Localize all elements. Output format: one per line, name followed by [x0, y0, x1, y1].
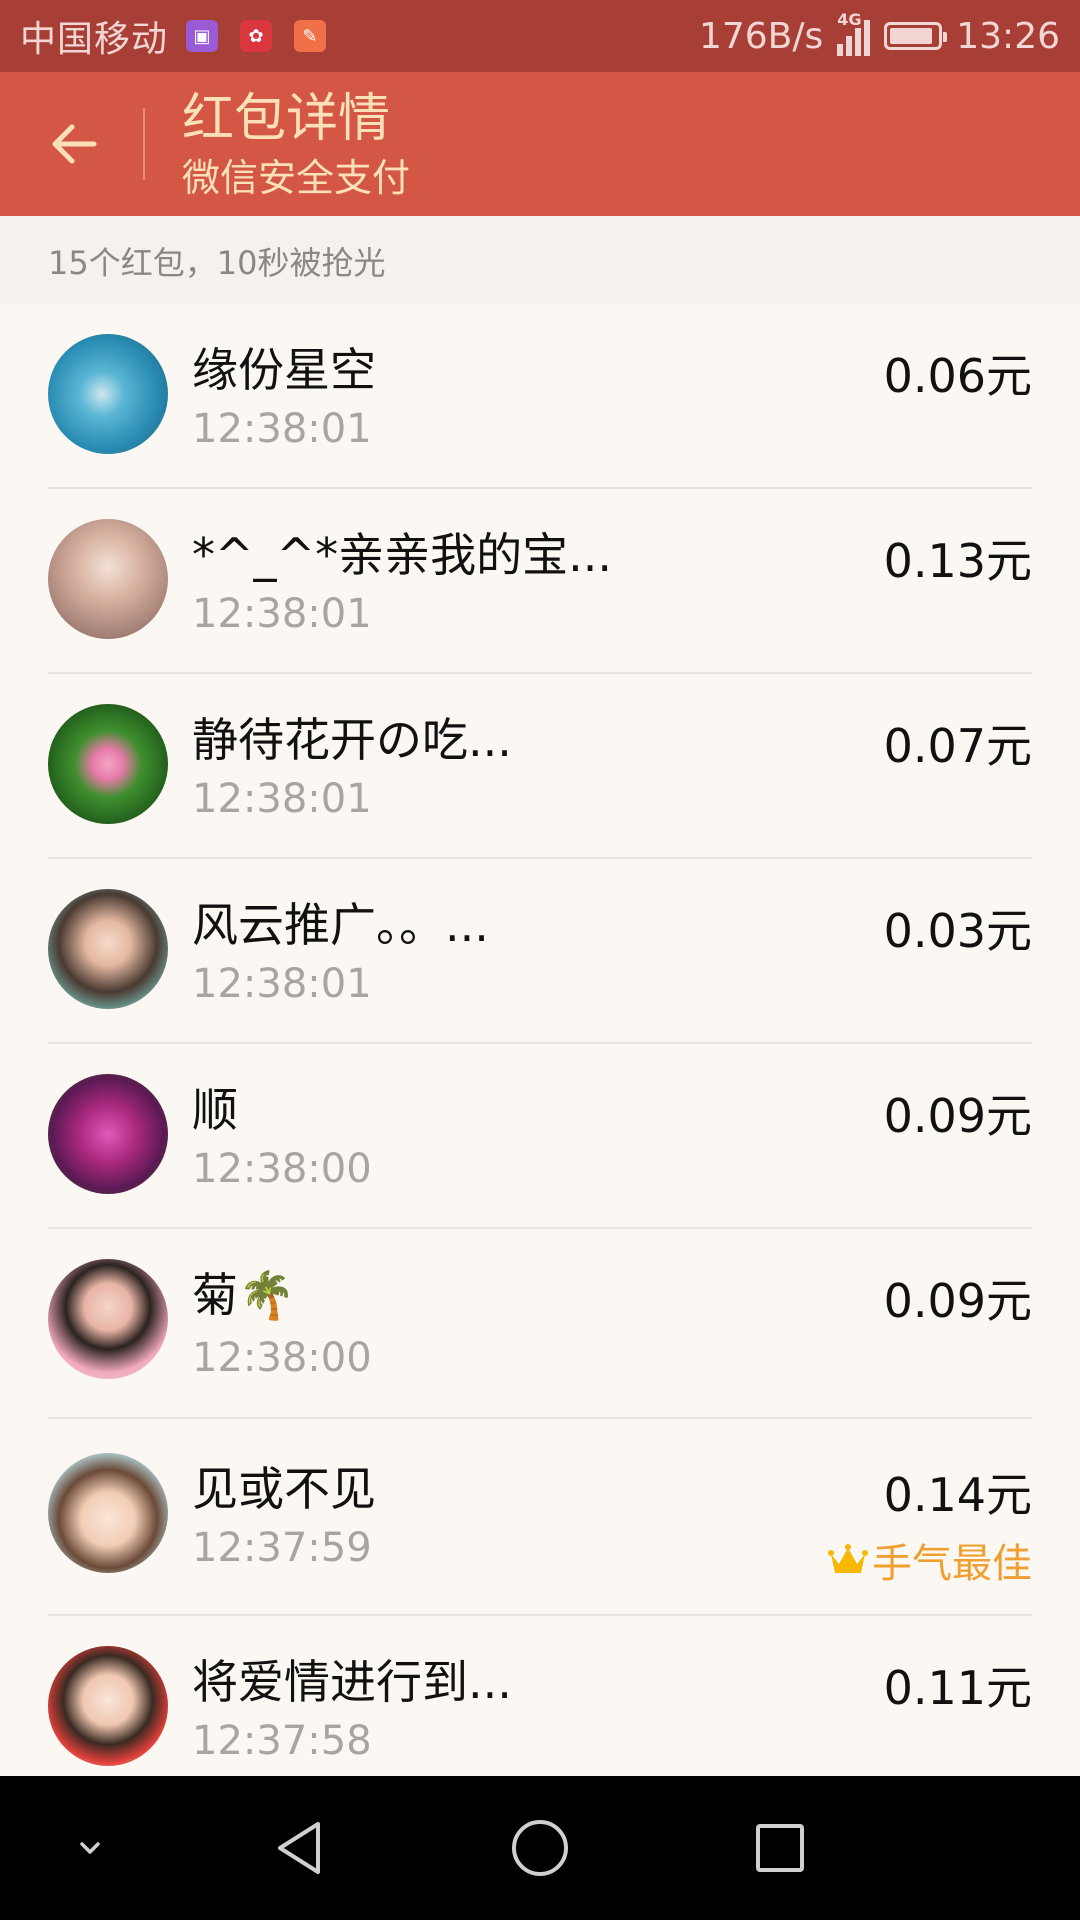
avatar — [48, 519, 168, 639]
recipient-name: 静待花开の吃... — [192, 713, 512, 767]
carrier-label: 中国移动 — [20, 19, 169, 60]
list-item[interactable]: *^_^*亲亲我的宝... 12:38:01 0.13元 — [0, 489, 1080, 674]
list-item[interactable]: 顺 12:38:00 0.09元 — [0, 1044, 1080, 1229]
circle-home-icon — [512, 1820, 568, 1876]
nav-back-button[interactable] — [258, 1806, 342, 1890]
amount: 0.03元 — [883, 904, 1032, 958]
screen: 中国移动 ▣ ✿ ✎ 176B/s 4G 13:26 红包详情 微信安全支付 1… — [0, 0, 1080, 1920]
grab-time: 12:38:01 — [192, 961, 372, 1007]
grab-time: 12:38:01 — [192, 406, 372, 452]
summary-bar: 15个红包，10秒被抢光 — [0, 216, 1080, 304]
app-notification-icon: ✎ — [294, 20, 327, 52]
list-item[interactable]: 将爱情进行到... 12:37:58 0.11元 — [0, 1616, 1080, 1776]
avatar — [48, 1646, 168, 1766]
avatar — [48, 1259, 168, 1379]
amount: 0.06元 — [883, 349, 1032, 403]
grab-time: 12:38:00 — [192, 1146, 372, 1192]
square-recents-icon — [756, 1824, 804, 1872]
gallery-notification-icon: ▣ — [186, 20, 219, 52]
amount: 0.14元 — [883, 1468, 1032, 1522]
recipient-name: 顺 — [192, 1083, 238, 1137]
best-luck-badge: 手气最佳 — [828, 1531, 1032, 1589]
back-button[interactable] — [36, 106, 112, 182]
list-item[interactable]: 见或不见 12:37:59 0.14元 手气最佳 — [0, 1419, 1080, 1616]
recipient-name: 缘份星空 — [192, 343, 376, 397]
avatar — [48, 1074, 168, 1194]
amount: 0.13元 — [883, 534, 1032, 588]
recipient-name: 风云推广。。... — [192, 898, 489, 952]
list-item[interactable]: 风云推广。。... 12:38:01 0.03元 — [0, 859, 1080, 1044]
grab-time: 12:38:00 — [192, 1335, 372, 1381]
header-divider — [143, 108, 145, 180]
system-nav-bar — [0, 1776, 1080, 1920]
triangle-back-icon — [278, 1822, 320, 1874]
avatar — [48, 334, 168, 454]
grab-time: 12:38:01 — [192, 776, 372, 822]
header: 红包详情 微信安全支付 — [0, 72, 1080, 216]
grab-time: 12:37:58 — [192, 1718, 372, 1764]
nav-recents-button[interactable] — [738, 1806, 822, 1890]
avatar — [48, 704, 168, 824]
status-bar: 中国移动 ▣ ✿ ✎ 176B/s 4G 13:26 — [0, 0, 1080, 72]
grab-time: 12:38:01 — [192, 591, 372, 637]
clock: 13:26 — [956, 15, 1060, 57]
list-item[interactable]: 缘份星空 12:38:01 0.06元 — [0, 304, 1080, 489]
chevron-down-icon — [80, 1842, 100, 1854]
huawei-notification-icon: ✿ — [240, 20, 273, 52]
page-title: 红包详情 — [182, 89, 391, 149]
crown-icon — [828, 1544, 868, 1573]
avatar — [48, 889, 168, 1009]
amount: 0.11元 — [883, 1661, 1032, 1715]
recipient-name: *^_^*亲亲我的宝... — [192, 528, 612, 582]
recipient-name: 菊🌴 — [192, 1268, 296, 1322]
hide-nav-button[interactable] — [48, 1806, 132, 1890]
amount: 0.07元 — [883, 719, 1032, 773]
page-subtitle: 微信安全支付 — [182, 156, 411, 200]
list-item[interactable]: 静待花开の吃... 12:38:01 0.07元 — [0, 674, 1080, 859]
recipient-name: 将爱情进行到... — [192, 1655, 512, 1709]
list-item[interactable]: 菊🌴 12:38:00 0.09元 — [0, 1229, 1080, 1419]
nav-home-button[interactable] — [498, 1806, 582, 1890]
amount: 0.09元 — [883, 1274, 1032, 1328]
amount: 0.09元 — [883, 1089, 1032, 1143]
recipient-name: 见或不见 — [192, 1462, 376, 1516]
best-luck-label: 手气最佳 — [872, 1541, 1032, 1587]
status-bar-right: 176B/s 4G 13:26 — [698, 10, 1060, 57]
grab-time: 12:37:59 — [192, 1525, 372, 1571]
signal-icon: 4G — [837, 10, 871, 56]
summary-text: 15个红包，10秒被抢光 — [48, 244, 386, 282]
back-arrow-icon — [52, 124, 97, 164]
network-type-label: 4G — [837, 10, 862, 29]
battery-icon — [884, 22, 948, 50]
net-speed: 176B/s — [698, 15, 824, 57]
avatar — [48, 1453, 168, 1573]
